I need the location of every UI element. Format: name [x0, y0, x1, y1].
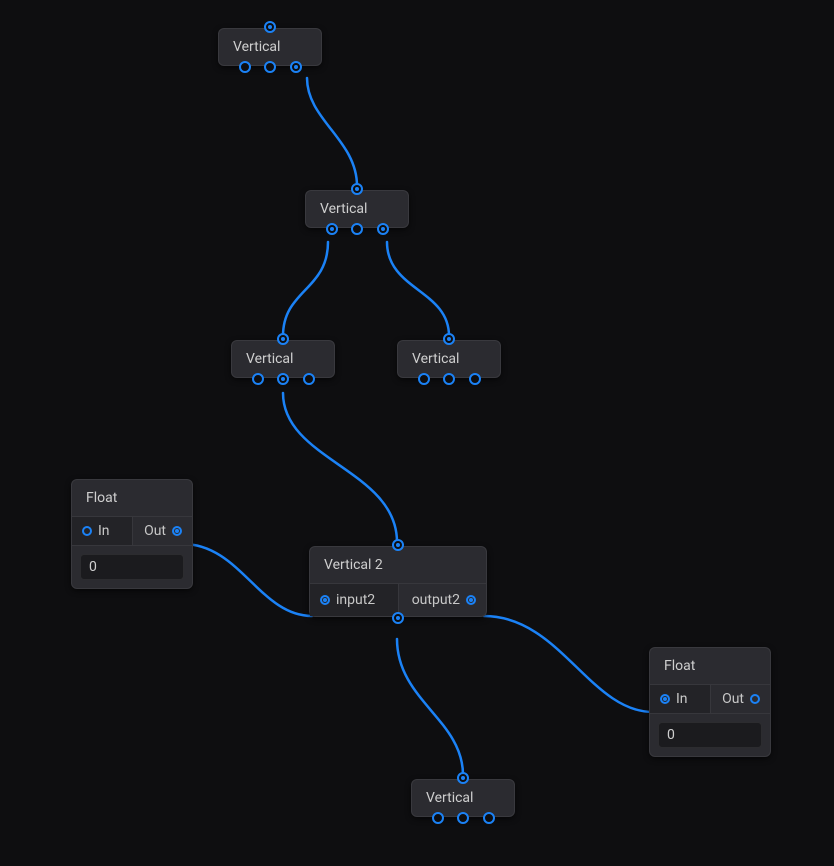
port-top[interactable] — [392, 539, 404, 551]
node-title: Float — [650, 648, 770, 684]
port-bottom-2[interactable] — [264, 61, 276, 73]
in-label: In — [98, 523, 110, 539]
out-label: Out — [722, 691, 744, 707]
out-cell[interactable]: Out — [710, 685, 771, 713]
port-top[interactable] — [443, 333, 455, 345]
node-title: Vertical — [398, 341, 500, 377]
node-float[interactable]: Float In Out — [649, 647, 771, 757]
port-bottom-3[interactable] — [290, 61, 302, 73]
port-bottom-3[interactable] — [377, 223, 389, 235]
io-row: In Out — [650, 684, 770, 714]
port-top[interactable] — [264, 21, 276, 33]
port-bottom-3[interactable] — [483, 812, 495, 824]
value-row — [72, 546, 192, 588]
node-title: Vertical — [412, 780, 514, 816]
port-output2[interactable] — [466, 595, 476, 605]
port-bottom-1[interactable] — [432, 812, 444, 824]
port-bottom-3[interactable] — [303, 373, 315, 385]
node-title: Vertical — [219, 29, 321, 65]
node-title: Vertical — [306, 191, 408, 227]
port-bottom-2[interactable] — [443, 373, 455, 385]
node-title: Float — [72, 480, 192, 516]
port-bottom-3[interactable] — [469, 373, 481, 385]
node-vertical[interactable]: Vertical — [305, 190, 409, 228]
node-vertical[interactable]: Vertical — [231, 340, 335, 378]
port-bottom[interactable] — [392, 612, 404, 624]
port-bottom-1[interactable] — [326, 223, 338, 235]
node-vertical[interactable]: Vertical — [411, 779, 515, 817]
port-top[interactable] — [277, 333, 289, 345]
node-vertical[interactable]: Vertical — [218, 28, 322, 66]
io-row: In Out — [72, 516, 192, 546]
port-bottom-1[interactable] — [418, 373, 430, 385]
output2-cell[interactable]: output2 — [398, 584, 487, 616]
port-input2[interactable] — [320, 595, 330, 605]
node-title: Vertical 2 — [310, 547, 486, 583]
port-bottom-1[interactable] — [239, 61, 251, 73]
port-bottom-1[interactable] — [252, 373, 264, 385]
in-label: In — [676, 691, 688, 707]
value-input[interactable] — [658, 722, 762, 748]
port-top[interactable] — [351, 183, 363, 195]
node-vertical[interactable]: Vertical — [397, 340, 501, 378]
value-input[interactable] — [80, 554, 184, 580]
in-cell[interactable]: In — [650, 685, 710, 713]
port-top[interactable] — [457, 772, 469, 784]
port-out[interactable] — [172, 526, 182, 536]
port-bottom-2[interactable] — [277, 373, 289, 385]
node-title: Vertical — [232, 341, 334, 377]
in-cell[interactable]: In — [72, 517, 132, 545]
port-out[interactable] — [750, 694, 760, 704]
port-bottom-2[interactable] — [351, 223, 363, 235]
output2-label: output2 — [412, 592, 460, 608]
input2-label: input2 — [336, 592, 375, 608]
out-cell[interactable]: Out — [132, 517, 193, 545]
out-label: Out — [144, 523, 166, 539]
node-float[interactable]: Float In Out — [71, 479, 193, 589]
port-in[interactable] — [660, 694, 670, 704]
input2-cell[interactable]: input2 — [310, 584, 398, 616]
node-vertical-2[interactable]: Vertical 2 input2 output2 — [309, 546, 487, 617]
node-graph-canvas[interactable]: Vertical Vertical Vertical Vertical Floa… — [0, 0, 834, 866]
value-row — [650, 714, 770, 756]
port-in[interactable] — [82, 526, 92, 536]
port-bottom-2[interactable] — [457, 812, 469, 824]
